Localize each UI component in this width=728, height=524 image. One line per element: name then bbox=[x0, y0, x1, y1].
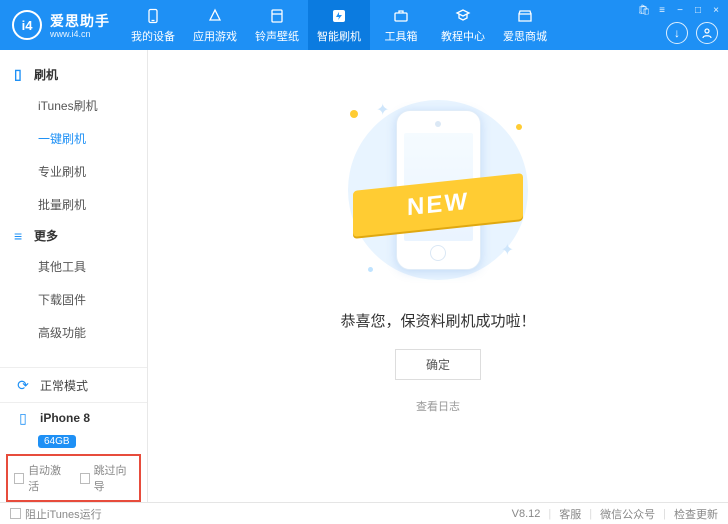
wechat-link[interactable]: 微信公众号 bbox=[600, 506, 655, 522]
user-icon[interactable] bbox=[696, 22, 718, 44]
window-controls: 🛍 ≡ − □ × bbox=[638, 4, 722, 16]
nav-label: 工具箱 bbox=[385, 28, 418, 44]
device-mode: 正常模式 bbox=[40, 377, 88, 394]
download-icon[interactable]: ↓ bbox=[666, 22, 688, 44]
maximize-icon[interactable]: □ bbox=[692, 4, 704, 16]
flash-options-box: 自动激活 跳过向导 bbox=[6, 454, 141, 502]
view-log-link[interactable]: 查看日志 bbox=[416, 398, 460, 414]
tutorial-icon bbox=[454, 7, 472, 25]
store-icon bbox=[516, 7, 534, 25]
logo-badge-icon: i4 bbox=[12, 10, 42, 40]
auto-activate-label: 自动激活 bbox=[28, 462, 67, 494]
toolbox-icon bbox=[392, 7, 410, 25]
sidebar-group-flash: ▯ 刷机 bbox=[0, 60, 147, 89]
sidebar: ▯ 刷机 iTunes刷机 一键刷机 专业刷机 批量刷机 ≡ 更多 其他工具 下… bbox=[0, 50, 148, 502]
nav-toolbox[interactable]: 工具箱 bbox=[370, 0, 432, 50]
sidebar-bottom: ⟳ 正常模式 ▯ iPhone 8 64GB 自动激活 跳过向导 bbox=[0, 367, 147, 502]
sidebar-item-batch-flash[interactable]: 批量刷机 bbox=[0, 188, 147, 221]
auto-activate-checkbox[interactable]: 自动激活 bbox=[14, 462, 68, 494]
sidebar-item-oneclick-flash[interactable]: 一键刷机 bbox=[0, 122, 147, 155]
sidebar-item-advanced[interactable]: 高级功能 bbox=[0, 316, 147, 349]
skip-guide-label: 跳过向导 bbox=[94, 462, 133, 494]
group-title: 刷机 bbox=[34, 66, 58, 83]
success-illustration: ✦ ✦ NEW bbox=[328, 90, 548, 290]
success-message: 恭喜您，保资料刷机成功啦！ bbox=[340, 310, 535, 331]
close-icon[interactable]: × bbox=[710, 4, 722, 16]
status-bar: 阻止iTunes运行 V8.12 | 客服 | 微信公众号 | 检查更新 bbox=[0, 502, 728, 524]
block-itunes-checkbox[interactable]: 阻止iTunes运行 bbox=[10, 506, 102, 522]
phone-icon: ▯ bbox=[14, 66, 28, 83]
device-mode-row[interactable]: ⟳ 正常模式 bbox=[0, 368, 147, 403]
app-header: i4 爱思助手 www.i4.cn 我的设备 应用游戏 铃声壁纸 智能刷机 工具… bbox=[0, 0, 728, 50]
sparkle-icon: ✦ bbox=[376, 100, 389, 120]
sidebar-item-pro-flash[interactable]: 专业刷机 bbox=[0, 155, 147, 188]
ok-button[interactable]: 确定 bbox=[395, 349, 481, 380]
nav-flash[interactable]: 智能刷机 bbox=[308, 0, 370, 50]
nav-label: 铃声壁纸 bbox=[255, 28, 299, 44]
nav-label: 应用游戏 bbox=[193, 28, 237, 44]
check-update-link[interactable]: 检查更新 bbox=[674, 506, 718, 522]
sidebar-group-more: ≡ 更多 bbox=[0, 221, 147, 250]
minimize-icon[interactable]: − bbox=[674, 4, 686, 16]
nav-ringtone[interactable]: 铃声壁纸 bbox=[246, 0, 308, 50]
block-itunes-label: 阻止iTunes运行 bbox=[25, 506, 102, 522]
app-url: www.i4.cn bbox=[50, 29, 110, 39]
sidebar-item-other-tools[interactable]: 其他工具 bbox=[0, 250, 147, 283]
support-link[interactable]: 客服 bbox=[559, 506, 581, 522]
storage-badge: 64GB bbox=[38, 435, 76, 448]
sidebar-item-itunes-flash[interactable]: iTunes刷机 bbox=[0, 89, 147, 122]
device-name: iPhone 8 bbox=[40, 411, 90, 425]
ribbon-text: NEW bbox=[353, 173, 523, 237]
nav-label: 教程中心 bbox=[441, 28, 485, 44]
device-row[interactable]: ▯ iPhone 8 bbox=[0, 403, 147, 435]
device-icon bbox=[144, 7, 162, 25]
device-small-icon: ▯ bbox=[14, 409, 32, 427]
flash-icon bbox=[330, 7, 348, 25]
sidebar-item-download-firmware[interactable]: 下载固件 bbox=[0, 283, 147, 316]
skip-guide-checkbox[interactable]: 跳过向导 bbox=[80, 462, 134, 494]
nav-tutorial[interactable]: 教程中心 bbox=[432, 0, 494, 50]
body: ▯ 刷机 iTunes刷机 一键刷机 专业刷机 批量刷机 ≡ 更多 其他工具 下… bbox=[0, 50, 728, 502]
new-ribbon: NEW bbox=[353, 182, 523, 228]
cart-icon[interactable]: 🛍 bbox=[638, 4, 650, 16]
nav-my-device[interactable]: 我的设备 bbox=[122, 0, 184, 50]
nav-label: 我的设备 bbox=[131, 28, 175, 44]
more-icon: ≡ bbox=[14, 228, 28, 244]
music-icon bbox=[268, 7, 286, 25]
top-nav: 我的设备 应用游戏 铃声壁纸 智能刷机 工具箱 教程中心 爱思商城 bbox=[122, 0, 556, 50]
nav-store[interactable]: 爱思商城 bbox=[494, 0, 556, 50]
app-title: 爱思助手 bbox=[50, 11, 110, 31]
nav-label: 爱思商城 bbox=[503, 28, 547, 44]
main-content: ✦ ✦ NEW 恭喜您，保资料刷机成功啦！ 确定 查看日志 bbox=[148, 50, 728, 502]
version-label: V8.12 bbox=[512, 508, 541, 520]
group-title: 更多 bbox=[34, 227, 58, 244]
apps-icon bbox=[206, 7, 224, 25]
header-right: ↓ bbox=[666, 22, 718, 44]
nav-apps[interactable]: 应用游戏 bbox=[184, 0, 246, 50]
refresh-icon: ⟳ bbox=[14, 376, 32, 394]
sparkle-icon: ✦ bbox=[501, 240, 514, 260]
menu-icon[interactable]: ≡ bbox=[656, 4, 668, 16]
nav-label: 智能刷机 bbox=[317, 28, 361, 44]
app-logo: i4 爱思助手 www.i4.cn bbox=[0, 10, 122, 40]
